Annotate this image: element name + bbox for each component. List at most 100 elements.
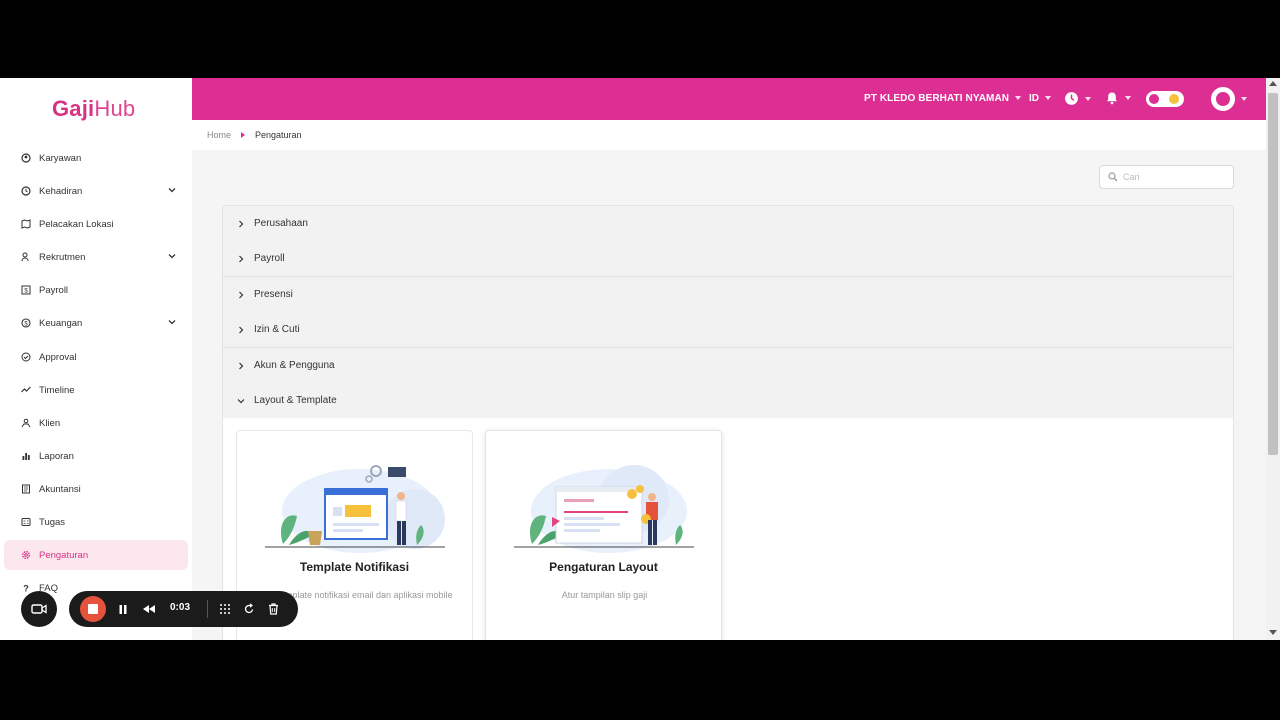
- sidebar-item-karyawan[interactable]: Karyawan: [4, 143, 188, 173]
- check-circle-icon: [21, 352, 31, 362]
- person-search-icon: [21, 252, 31, 262]
- recorder-rewind-button[interactable]: [141, 601, 157, 617]
- accordion-section-label: Layout & Template: [254, 395, 337, 406]
- caret-down-icon: [1015, 96, 1022, 101]
- clock-history-icon: [21, 186, 31, 196]
- company-selector[interactable]: PT KLEDO BERHATI NYAMAN: [864, 93, 1022, 104]
- sidebar-item-approval[interactable]: Approval: [4, 342, 188, 372]
- accordion-section-layout-template[interactable]: Layout & Template: [223, 383, 1233, 419]
- svg-text:?: ?: [23, 584, 29, 594]
- accordion-section-izin-cuti[interactable]: Izin & Cuti: [223, 312, 1233, 348]
- gajihub-logo[interactable]: GajiHub: [52, 96, 135, 122]
- clock-icon: [1065, 92, 1078, 105]
- sidebar-item-label: Tugas: [39, 516, 66, 528]
- sidebar-item-label: Pengaturan: [39, 549, 89, 561]
- sidebar-item-label: Rekrutmen: [39, 251, 86, 263]
- app-window: GajiHub Karyawan Kehadiran Pelacakan Lok…: [0, 78, 1280, 640]
- sidebar-item-keuangan[interactable]: $ Keuangan: [4, 308, 188, 338]
- card-title: Template Notifikasi: [299, 560, 410, 574]
- breadcrumb: Home Pengaturan: [192, 120, 1266, 150]
- recorder-delete-button[interactable]: [265, 601, 281, 617]
- sidebar-item-label: Karyawan: [39, 152, 82, 164]
- recorder-restart-button[interactable]: [241, 601, 257, 617]
- accordion-section-perusahaan[interactable]: Perusahaan: [223, 206, 1233, 242]
- theme-toggle[interactable]: [1146, 91, 1184, 107]
- sidebar-item-laporan[interactable]: Laporan: [4, 441, 188, 471]
- chevron-right-icon: [239, 220, 244, 227]
- accordion-section-akun-pengguna[interactable]: Akun & Pengguna: [223, 348, 1233, 384]
- sidebar-item-label: Timeline: [39, 384, 75, 396]
- caret-down-icon: [1125, 96, 1131, 100]
- caret-down-icon[interactable]: [1241, 97, 1247, 101]
- accordion-section-label: Perusahaan: [254, 218, 308, 229]
- sidebar-item-kehadiran[interactable]: Kehadiran: [4, 176, 188, 206]
- accordion-section-presensi[interactable]: Presensi: [223, 277, 1233, 313]
- pause-icon: [119, 604, 127, 614]
- card-title: Pengaturan Layout: [549, 560, 658, 574]
- chevron-down-icon: [237, 398, 245, 403]
- search-input[interactable]: [1123, 172, 1223, 182]
- task-icon: [21, 517, 31, 527]
- card-pengaturan-layout[interactable]: Pengaturan Layout Atur tampilan slip gaj…: [485, 430, 722, 640]
- breadcrumb-home[interactable]: Home: [207, 130, 231, 140]
- recorder-camera-button[interactable]: [21, 591, 57, 627]
- recorder-stop-button[interactable]: [80, 596, 106, 622]
- caret-down-icon: [1045, 96, 1051, 101]
- sun-icon: [1169, 94, 1179, 104]
- grid-dots-icon: [220, 604, 230, 614]
- accordion-section-label: Presensi: [254, 289, 293, 300]
- history-button[interactable]: [1064, 91, 1091, 106]
- top-bar: PT KLEDO BERHATI NYAMAN ID: [192, 78, 1266, 120]
- sidebar-item-pengaturan[interactable]: Pengaturan: [4, 540, 188, 570]
- sidebar-item-pelacakan-lokasi[interactable]: Pelacakan Lokasi: [4, 209, 188, 239]
- map-icon: [21, 219, 31, 229]
- recorder-timer: 0:03: [170, 602, 191, 613]
- sidebar-item-klien[interactable]: Klien: [4, 408, 188, 438]
- recorder-pause-button[interactable]: [115, 601, 131, 617]
- recorder-grid-button[interactable]: [217, 601, 233, 617]
- trash-icon: [268, 603, 278, 615]
- sidebar: GajiHub Karyawan Kehadiran Pelacakan Lok…: [0, 78, 192, 640]
- bell-icon: [1107, 92, 1117, 105]
- book-icon: [21, 484, 31, 494]
- scroll-down-icon[interactable]: [1269, 630, 1277, 635]
- settings-accordion: Perusahaan Payroll Presensi Izin & Cuti …: [222, 205, 1234, 640]
- page-scrollbar[interactable]: [1266, 78, 1280, 640]
- card-description: Atur tampilan slip gaji: [561, 590, 648, 600]
- avatar[interactable]: [1211, 87, 1235, 111]
- sidebar-item-payroll[interactable]: $ Payroll: [4, 275, 188, 305]
- sidebar-item-rekrutmen[interactable]: Rekrutmen: [4, 242, 188, 272]
- sidebar-item-timeline[interactable]: Timeline: [4, 375, 188, 405]
- chevron-down-icon[interactable]: [168, 186, 176, 194]
- gear-icon: [21, 550, 31, 560]
- timeline-icon: [21, 385, 31, 395]
- accordion-section-payroll[interactable]: Payroll: [223, 241, 1233, 277]
- notification-template-illustration: [265, 465, 445, 553]
- sidebar-item-akuntansi[interactable]: Akuntansi: [4, 474, 188, 504]
- stop-icon: [88, 604, 98, 614]
- sidebar-item-label: Payroll: [39, 284, 69, 296]
- client-icon: [21, 418, 31, 428]
- chevron-down-icon[interactable]: [168, 252, 176, 260]
- recorder-divider: [207, 600, 208, 618]
- chevron-right-icon: [239, 326, 244, 333]
- language-selector[interactable]: ID: [1029, 93, 1051, 104]
- layout-settings-illustration: [514, 465, 694, 553]
- sidebar-item-label: Laporan: [39, 450, 74, 462]
- search-box[interactable]: [1099, 165, 1234, 189]
- question-icon: ?: [21, 583, 31, 594]
- sidebar-item-label: Klien: [39, 417, 61, 429]
- moon-icon: [1149, 94, 1159, 104]
- video-camera-icon: [31, 604, 47, 614]
- breadcrumb-separator-icon: [241, 132, 246, 138]
- chevron-right-icon: [239, 362, 244, 369]
- scroll-up-icon[interactable]: [1269, 81, 1277, 86]
- sidebar-item-tugas[interactable]: Tugas: [4, 507, 188, 537]
- chevron-right-icon: [239, 291, 244, 298]
- dollar-icon: $: [21, 318, 31, 328]
- scroll-thumb[interactable]: [1268, 93, 1278, 455]
- restart-icon: [244, 603, 254, 614]
- notification-button[interactable]: [1105, 91, 1131, 105]
- accordion-body-layout-template: Template Notifikasi Atur template notifi…: [223, 418, 1233, 640]
- chevron-down-icon[interactable]: [168, 318, 176, 326]
